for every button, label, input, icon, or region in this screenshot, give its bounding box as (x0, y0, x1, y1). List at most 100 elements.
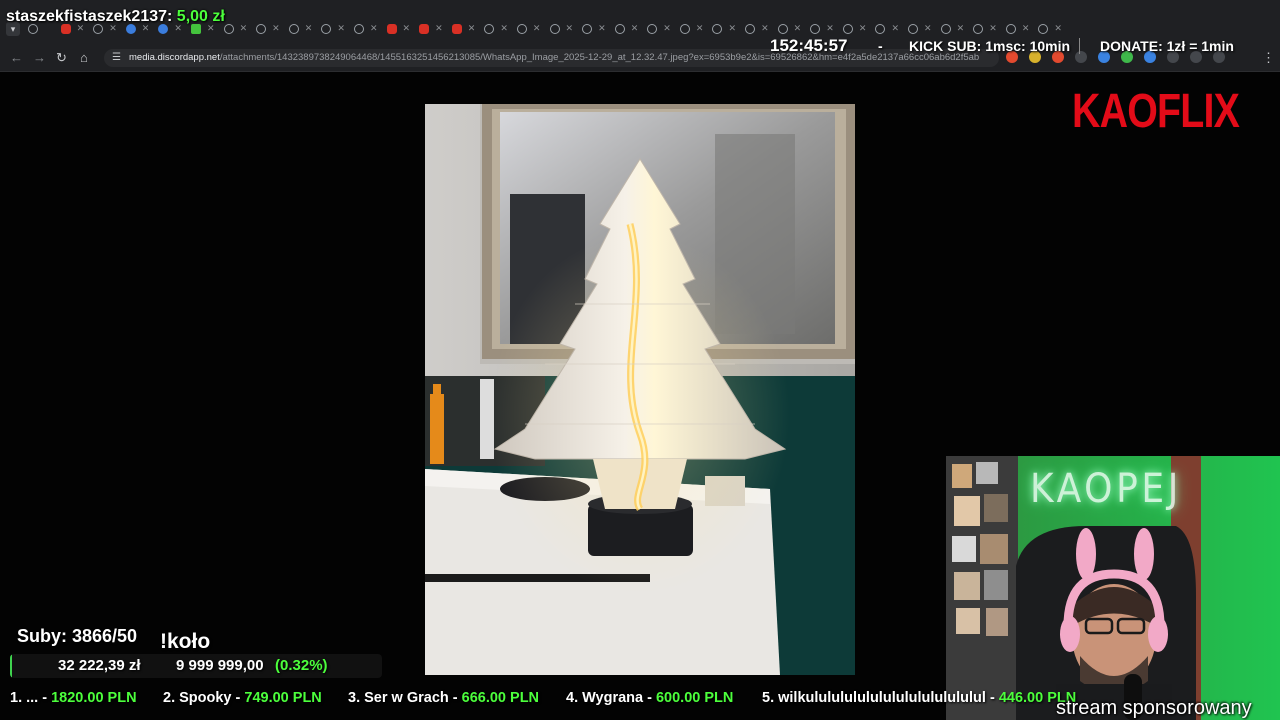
ticker-value: 666.00 PLN (461, 690, 540, 706)
close-icon[interactable]: ✕ (794, 23, 802, 34)
tab-favicon-icon (777, 24, 788, 34)
goal-percent: (0.32%) (275, 657, 328, 674)
reload-icon[interactable]: ↻ (56, 50, 67, 66)
close-icon[interactable]: ✕ (761, 23, 769, 34)
goal-current: 32 222,39 zł (58, 657, 141, 674)
goal-progress-fill (10, 654, 12, 678)
tiktok-icon (353, 24, 364, 34)
close-icon[interactable]: ✕ (631, 23, 639, 34)
goal-target: 9 999 999,00 (176, 657, 264, 674)
close-icon[interactable]: ✕ (957, 23, 965, 34)
tab-favicon-icon (223, 24, 234, 34)
browser-tab[interactable]: ✕ (578, 22, 611, 38)
ticker-item: 2. Spooky - 749.00 PLN (163, 690, 322, 706)
browser-tab[interactable]: ✕ (317, 22, 350, 38)
browser-tab[interactable]: ✕ (611, 22, 644, 38)
close-icon[interactable]: ✕ (370, 23, 378, 34)
youtube-icon (386, 24, 397, 34)
tab-favicon-icon (940, 24, 951, 34)
browser-tab[interactable]: ✕ (285, 22, 318, 38)
ticker-name: 5. wilkulululululululululululululul - (762, 690, 995, 706)
ticker-value: 749.00 PLN (244, 690, 322, 706)
home-icon[interactable]: ⌂ (80, 50, 88, 65)
christmas-tree-photo (425, 104, 855, 675)
close-icon[interactable]: ✕ (435, 23, 443, 34)
browser-tab[interactable]: ✕ (252, 22, 285, 38)
close-icon[interactable]: ✕ (1022, 23, 1030, 34)
close-icon[interactable]: ✕ (826, 23, 834, 34)
stream-screen: ▾ ✕ ✕ ✕ ✕ ✕ ✕ ✕ ✕ ✕ ✕ ✕ ✕ ✕ ✕ ✕ ✕ ✕ ✕ ✕ … (0, 0, 1280, 720)
kick-sub-rate: KICK SUB: 1msc: 10min (909, 38, 1071, 54)
tab-favicon-icon (647, 24, 658, 34)
close-icon[interactable]: ✕ (500, 23, 508, 34)
ticker-item: 4. Wygrana - 600.00 PLN (566, 690, 733, 706)
kaoflix-logo: KAOFLIX (1072, 85, 1240, 138)
ticker-name: 2. Spooky - (163, 690, 241, 706)
browser-tab[interactable]: ✕ (448, 22, 481, 38)
youtube-icon (451, 24, 462, 34)
close-icon[interactable]: ✕ (468, 23, 476, 34)
youtube-icon (419, 24, 430, 34)
browser-tab[interactable]: ✕ (350, 22, 383, 38)
tab-favicon-icon (745, 24, 756, 34)
tab-favicon-icon (712, 24, 723, 34)
subathon-timer: 152:45:57 (770, 36, 848, 55)
close-icon[interactable]: ✕ (403, 23, 411, 34)
close-icon[interactable]: ✕ (598, 23, 606, 34)
close-icon[interactable]: ✕ (696, 23, 704, 34)
close-icon[interactable]: ✕ (663, 23, 671, 34)
subs-counter: Suby: 3866/50 (17, 626, 138, 646)
browser-tab[interactable]: ✕ (480, 22, 513, 38)
ticker-name: 3. Ser w Grach - (348, 690, 458, 706)
ticker-name: 1. ... - (10, 690, 48, 706)
ticker-item: 5. wilkulululululululululululululul - 44… (762, 690, 1076, 706)
tab-favicon-icon (1005, 24, 1016, 34)
tab-favicon-icon (614, 24, 625, 34)
tab-favicon-icon (810, 24, 821, 34)
tab-favicon-icon (1038, 24, 1049, 34)
tab-favicon-icon (973, 24, 984, 34)
close-icon[interactable]: ✕ (924, 23, 932, 34)
close-icon[interactable]: ✕ (891, 23, 899, 34)
close-icon[interactable]: ✕ (989, 23, 997, 34)
close-icon[interactable]: ✕ (272, 23, 280, 34)
browser-tab[interactable]: ✕ (708, 22, 741, 38)
tab-favicon-icon (908, 24, 919, 34)
close-icon[interactable]: ✕ (337, 23, 345, 34)
arrow-right-icon[interactable]: → (33, 50, 46, 65)
close-icon[interactable]: ✕ (305, 23, 313, 34)
close-icon[interactable]: ✕ (1054, 23, 1062, 34)
browser-tab[interactable]: ✕ (546, 22, 579, 38)
donate-rate: DONATE: 1zł = 1min (1100, 38, 1234, 54)
browser-tab[interactable]: ✕ (676, 22, 709, 38)
close-icon[interactable]: ✕ (566, 23, 574, 34)
ticker-value: 600.00 PLN (655, 690, 734, 706)
close-icon[interactable]: ✕ (240, 23, 248, 34)
neon-sign: KAOPEJ (1030, 466, 1182, 512)
ticker-value: 1820.00 PLN (51, 690, 137, 706)
photo-illustration (425, 104, 855, 675)
stream-stats-bar: 152:45:57 - KICK SUB: 1msc: 10min DONATE… (768, 34, 1280, 58)
donor-name: staszekfistaszek2137: (6, 8, 173, 25)
browser-tab[interactable]: ✕ (415, 22, 448, 38)
wheel-command: !koło (160, 630, 211, 653)
tab-favicon-icon (549, 24, 560, 34)
sponsored-label: stream sponsorowany (1056, 697, 1252, 719)
close-icon[interactable]: ✕ (728, 23, 736, 34)
tab-favicon-icon (288, 24, 299, 34)
ticker-name: 4. Wygrana - (566, 690, 652, 706)
tab-favicon-icon (516, 24, 527, 34)
tab-favicon-icon (582, 24, 593, 34)
divider (1079, 38, 1080, 54)
browser-tab[interactable]: ✕ (643, 22, 676, 38)
tab-favicon-icon (679, 24, 690, 34)
browser-tab[interactable]: ✕ (383, 22, 416, 38)
browser-tab[interactable]: ✕ (513, 22, 546, 38)
close-icon[interactable]: ✕ (533, 23, 541, 34)
close-icon[interactable]: ✕ (859, 23, 867, 34)
stats-separator: - (878, 38, 883, 54)
ticker-item: 3. Ser w Grach - 666.00 PLN (348, 690, 539, 706)
arrow-left-icon[interactable]: ← (10, 50, 23, 65)
site-info-icon[interactable]: ☰ (112, 52, 121, 63)
tab-favicon-icon (484, 24, 495, 34)
